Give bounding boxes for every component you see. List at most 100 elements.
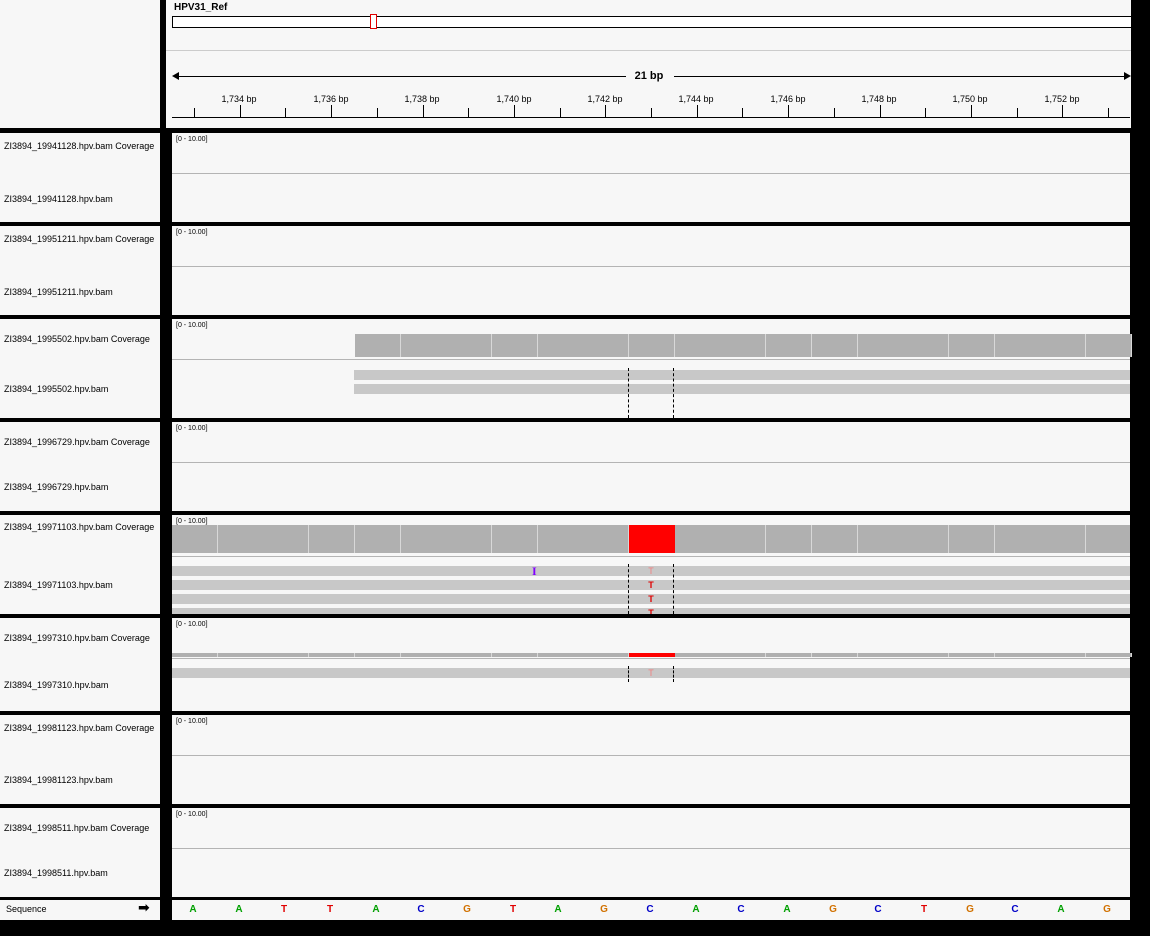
coverage-bar[interactable] <box>812 334 858 357</box>
ruler-tick <box>285 108 286 117</box>
coverage-bar-mismatch[interactable] <box>629 525 675 553</box>
coverage-bar[interactable] <box>720 525 766 553</box>
coverage-bar[interactable] <box>949 525 995 553</box>
track-data-panel[interactable]: [0 - 10.00] T <box>172 618 1132 711</box>
coverage-track-label[interactable]: ZI3894_19941128.hpv.bam Coverage <box>4 141 154 151</box>
coverage-bar[interactable] <box>629 334 675 357</box>
coverage-bar[interactable] <box>263 653 309 657</box>
coverage-bar[interactable] <box>1040 653 1086 657</box>
bam-track-label[interactable]: ZI3894_19971103.hpv.bam <box>4 580 113 590</box>
track-data-panel[interactable]: [0 - 10.00] <box>172 808 1130 897</box>
aligned-read[interactable] <box>354 370 1130 380</box>
coverage-bar[interactable] <box>446 334 492 357</box>
strand-arrow-icon[interactable]: ➡ <box>138 900 150 916</box>
track-divider <box>172 848 1130 849</box>
coverage-bar[interactable] <box>355 334 401 357</box>
coverage-bar[interactable] <box>492 653 538 657</box>
track-divider <box>172 173 1130 174</box>
tick-label: 1,736 bp <box>313 94 349 104</box>
coverage-bar[interactable] <box>675 653 721 657</box>
coverage-bar[interactable] <box>218 653 264 657</box>
sequence-base: G <box>829 904 837 915</box>
coverage-bar[interactable] <box>355 653 401 657</box>
coverage-bar[interactable] <box>401 525 447 553</box>
bam-track-label[interactable]: ZI3894_1997310.hpv.bam <box>4 680 108 690</box>
coverage-bar[interactable] <box>1086 525 1130 553</box>
coverage-bar[interactable] <box>583 525 629 553</box>
track-names-panel: ZI3894_19971103.hpv.bam Coverage ZI3894_… <box>0 515 160 614</box>
coverage-bar[interactable] <box>172 525 218 553</box>
track-data-panel[interactable]: [0 - 10.00] T T T T I <box>172 515 1130 614</box>
coverage-bar[interactable] <box>903 653 949 657</box>
coverage-bar[interactable] <box>1086 653 1132 657</box>
insertion-marker-icon[interactable]: I <box>532 564 537 579</box>
coverage-track-label[interactable]: ZI3894_1996729.hpv.bam Coverage <box>4 437 150 447</box>
coverage-bar[interactable] <box>1040 334 1086 357</box>
coverage-bar[interactable] <box>309 653 355 657</box>
track-data-panel[interactable]: [0 - 10.00] <box>172 715 1130 804</box>
coverage-bar[interactable] <box>538 525 584 553</box>
coverage-bar[interactable] <box>903 525 949 553</box>
coverage-bar-mismatch[interactable] <box>629 653 675 657</box>
bam-track-label[interactable]: ZI3894_1996729.hpv.bam <box>4 482 108 492</box>
coverage-bar[interactable] <box>766 653 812 657</box>
coverage-bar[interactable] <box>903 334 949 357</box>
coverage-bar[interactable] <box>812 525 858 553</box>
sequence-base: T <box>326 904 334 915</box>
coverage-bar[interactable] <box>675 334 721 357</box>
aligned-read[interactable] <box>354 384 1130 394</box>
bam-track-label[interactable]: ZI3894_1998511.hpv.bam <box>4 868 108 878</box>
bam-track-label[interactable]: ZI3894_19981123.hpv.bam <box>4 775 113 785</box>
coverage-bar[interactable] <box>766 525 812 553</box>
coverage-bar[interactable] <box>995 653 1041 657</box>
coverage-track-label[interactable]: ZI3894_19971103.hpv.bam Coverage <box>4 522 154 532</box>
data-range: [0 - 10.00] <box>176 718 208 725</box>
coverage-bar[interactable] <box>766 334 812 357</box>
track-names-panel: ZI3894_19981123.hpv.bam Coverage ZI3894_… <box>0 715 160 804</box>
coverage-bar[interactable] <box>949 653 995 657</box>
coverage-bar[interactable] <box>720 334 766 357</box>
coverage-bar[interactable] <box>675 525 721 553</box>
coverage-bar[interactable] <box>401 653 447 657</box>
coverage-bar[interactable] <box>949 334 995 357</box>
coverage-bar[interactable] <box>1040 525 1086 553</box>
coverage-bar[interactable] <box>446 525 492 553</box>
coverage-bar[interactable] <box>355 525 401 553</box>
coverage-track-label[interactable]: ZI3894_1998511.hpv.bam Coverage <box>4 823 149 833</box>
chromosome-ideogram[interactable] <box>172 16 1132 28</box>
coverage-track-label[interactable]: ZI3894_19981123.hpv.bam Coverage <box>4 723 154 733</box>
coverage-bar[interactable] <box>858 334 904 357</box>
coverage-bar[interactable] <box>492 525 538 553</box>
ruler-panel[interactable]: HPV31_Ref 21 bp <box>166 0 1132 128</box>
coverage-bar[interactable] <box>309 525 355 553</box>
sequence-label[interactable]: Sequence <box>6 904 47 914</box>
coverage-bar[interactable] <box>263 525 309 553</box>
track-data-panel[interactable]: [0 - 10.00] <box>172 226 1130 315</box>
coverage-bar[interactable] <box>446 653 492 657</box>
track-data-panel[interactable]: [0 - 10.00] <box>172 319 1132 418</box>
coverage-bar[interactable] <box>812 653 858 657</box>
coverage-bar[interactable] <box>583 334 629 357</box>
coverage-bar[interactable] <box>218 525 264 553</box>
coverage-bar[interactable] <box>492 334 538 357</box>
track-data-panel[interactable]: [0 - 10.00] <box>172 422 1130 511</box>
bam-track-label[interactable]: ZI3894_19941128.hpv.bam <box>4 194 113 204</box>
current-region-marker[interactable] <box>370 14 377 29</box>
coverage-bar[interactable] <box>1086 334 1132 357</box>
coverage-bar[interactable] <box>538 334 584 357</box>
coverage-bar[interactable] <box>720 653 766 657</box>
coverage-bar[interactable] <box>858 525 904 553</box>
coverage-track-label[interactable]: ZI3894_1997310.hpv.bam Coverage <box>4 633 150 643</box>
track-data-panel[interactable]: [0 - 10.00] <box>172 133 1130 222</box>
coverage-bar[interactable] <box>995 334 1041 357</box>
coverage-bar[interactable] <box>401 334 447 357</box>
coverage-bar[interactable] <box>172 653 218 657</box>
coverage-bar[interactable] <box>858 653 904 657</box>
coverage-bar[interactable] <box>538 653 584 657</box>
coverage-track-label[interactable]: ZI3894_1995502.hpv.bam Coverage <box>4 334 150 344</box>
bam-track-label[interactable]: ZI3894_1995502.hpv.bam <box>4 384 108 394</box>
coverage-bar[interactable] <box>995 525 1041 553</box>
bam-track-label[interactable]: ZI3894_19951211.hpv.bam <box>4 287 113 297</box>
coverage-track-label[interactable]: ZI3894_19951211.hpv.bam Coverage <box>4 234 154 244</box>
coverage-bar[interactable] <box>583 653 629 657</box>
